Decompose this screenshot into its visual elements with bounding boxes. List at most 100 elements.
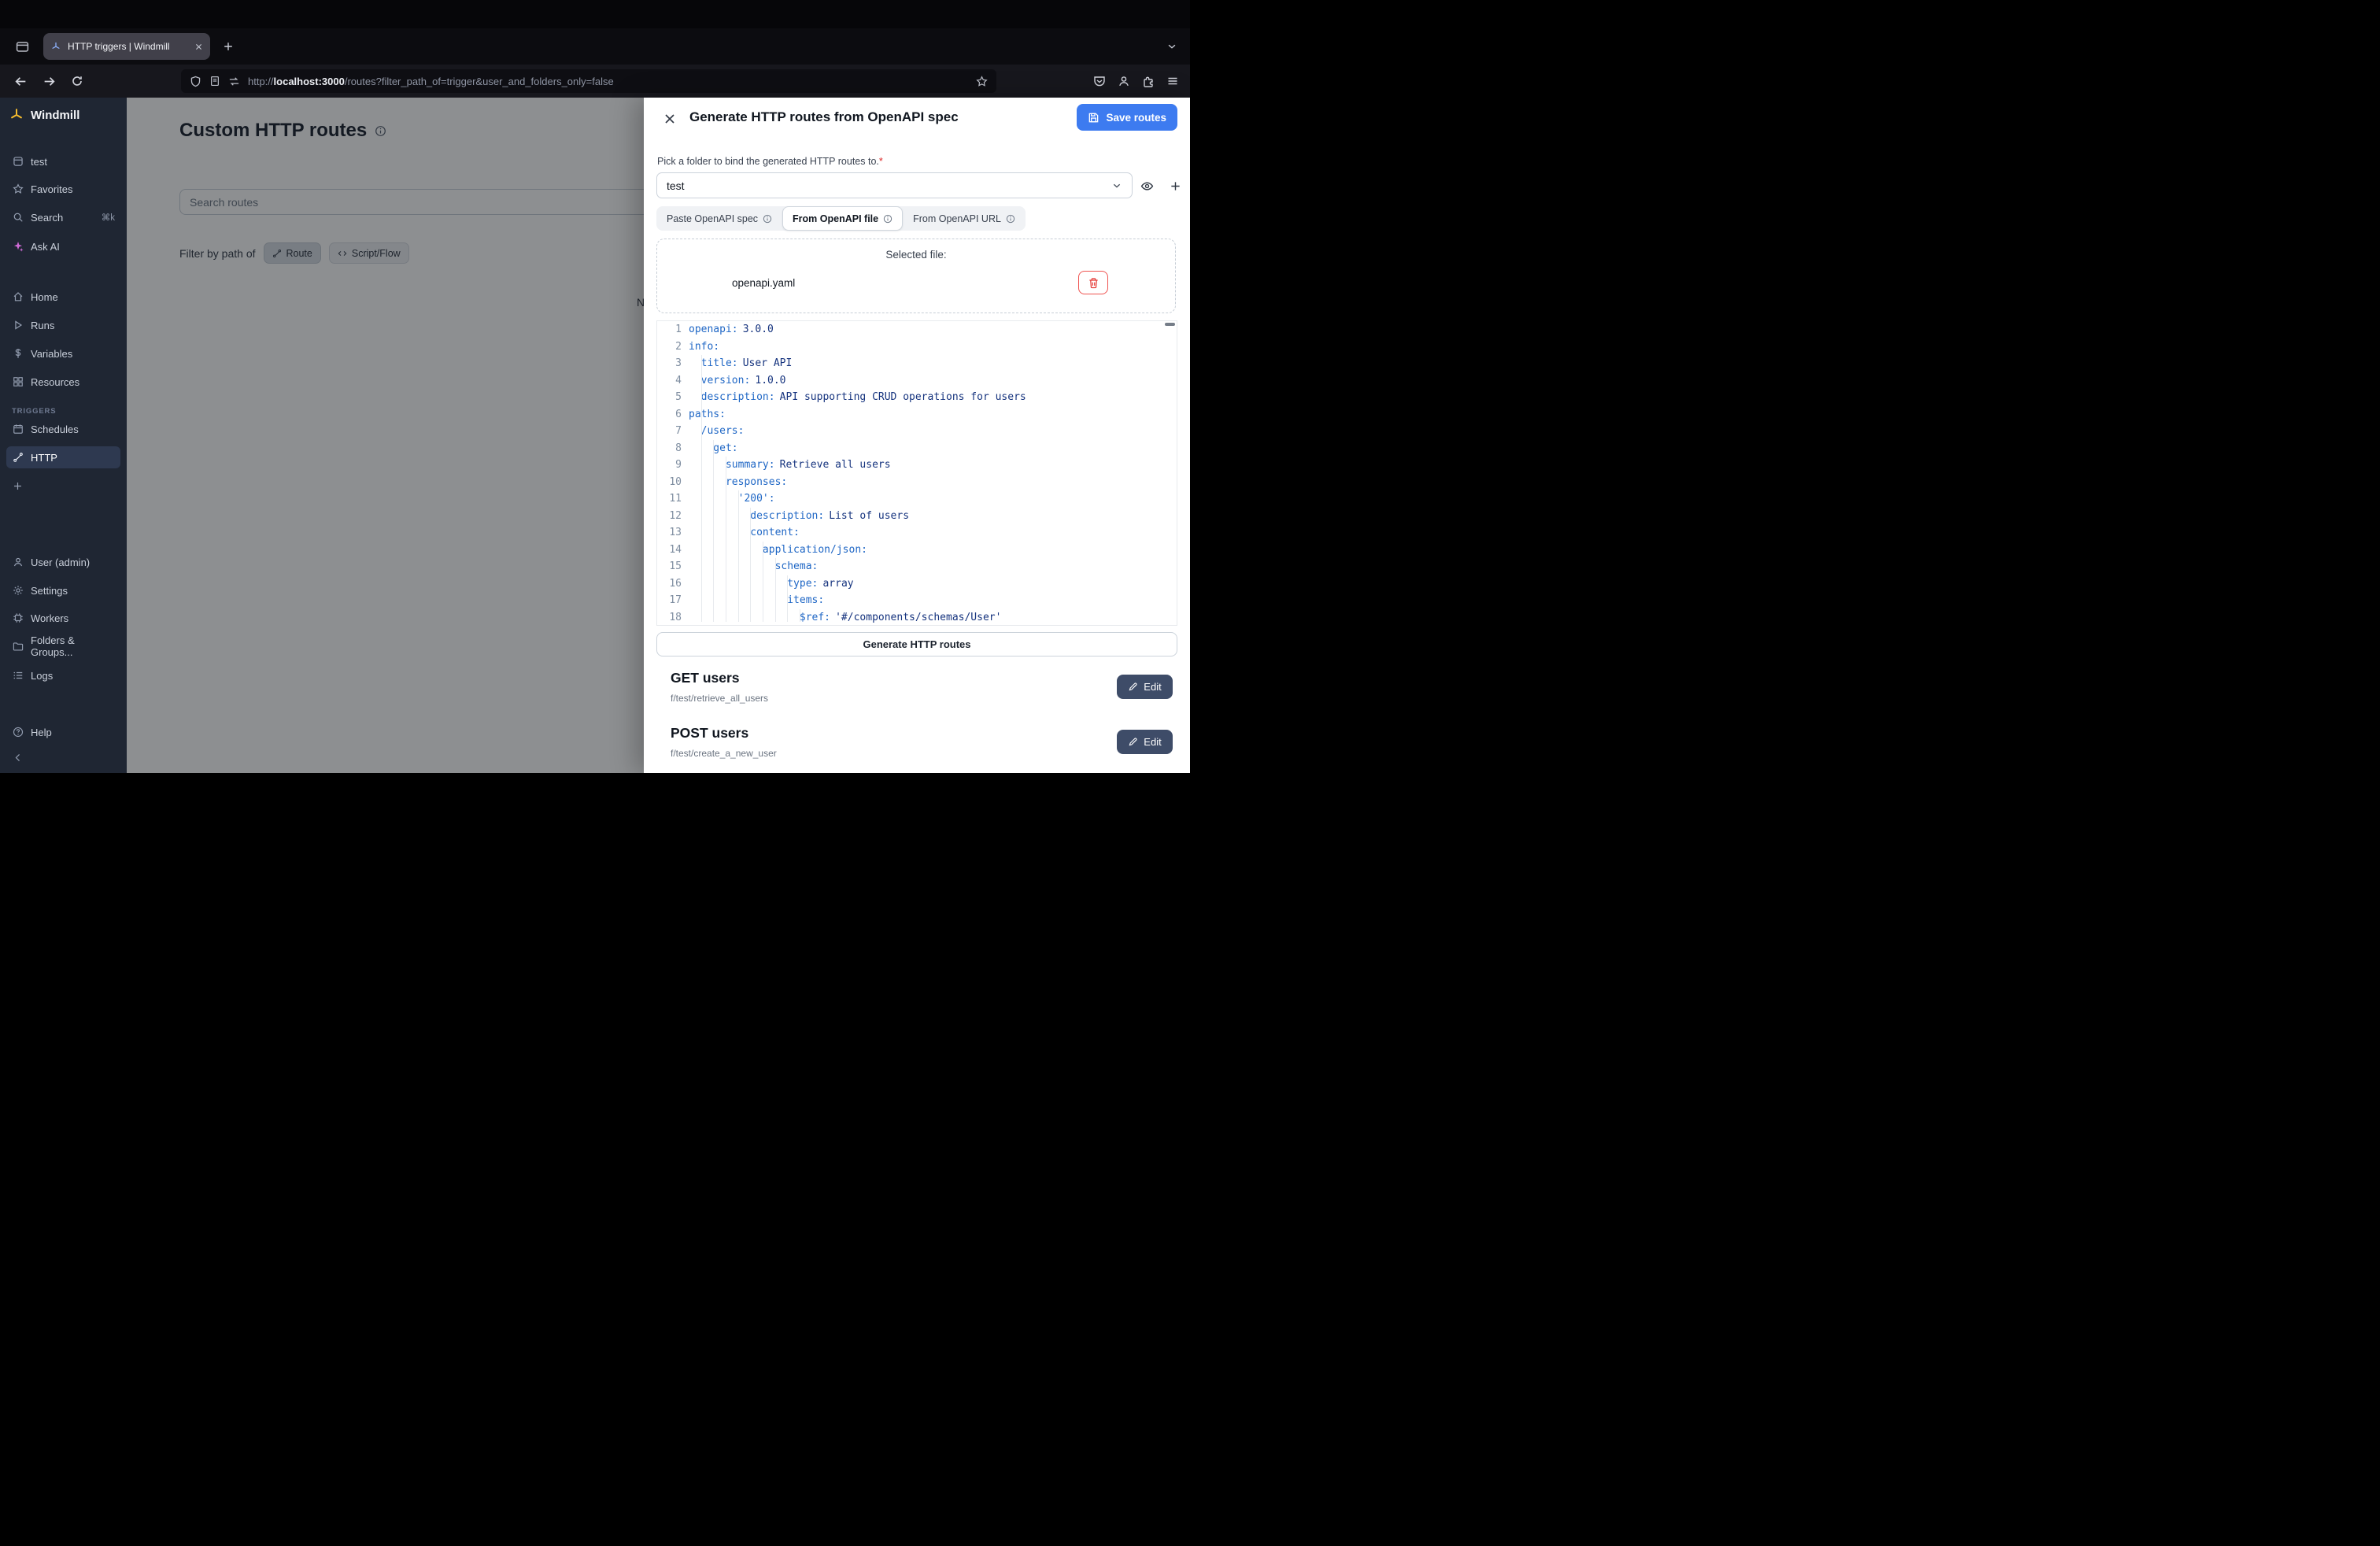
code-line: version:1.0.0 [689,372,1166,390]
edit-label: Edit [1144,681,1161,693]
shuffle-icon[interactable] [228,76,240,87]
sidebar-item-label: Variables [31,348,72,360]
drawer-close-button[interactable] [658,107,682,131]
sidebar-item-folders[interactable]: Folders & Groups... [6,635,120,657]
brand[interactable]: Windmill [9,107,79,123]
account-icon[interactable] [1118,75,1130,87]
forward-icon [42,75,56,88]
brand-name: Windmill [31,109,79,122]
tab-close-icon[interactable] [194,43,203,51]
tab-label: From OpenAPI file [793,213,878,224]
menu-icon[interactable] [1166,75,1179,87]
sidebar-item-http[interactable]: HTTP [6,446,120,468]
sidebar-add-button[interactable] [6,475,120,497]
url-text: http://localhost:3000/routes?filter_path… [248,76,968,87]
sidebar-item-workers[interactable]: Workers [6,607,120,629]
new-tab-button[interactable] [217,35,239,57]
calendar-icon [12,423,24,435]
tab-from-openapi-file[interactable]: From OpenAPI file [782,206,903,231]
route-path-post-users: f/test/create_a_new_user [671,748,777,759]
sidebar-item-resources[interactable]: Resources [6,371,120,393]
add-folder-button[interactable] [1164,175,1186,197]
edit-route-button-post-users[interactable]: Edit [1117,730,1173,754]
yaml-key: info: [689,341,719,353]
url-bar[interactable]: http://localhost:3000/routes?filter_path… [181,69,996,93]
yaml-value: array [818,578,853,590]
yaml-value [726,409,730,420]
yaml-value: 3.0.0 [738,324,774,335]
save-icon [1088,112,1099,124]
sidebar-item-workspace[interactable]: test [6,150,120,172]
sidebar-item-label: Help [31,727,52,738]
code-line: openapi:3.0.0 [689,321,1166,338]
sidebar-item-help[interactable]: Help [6,721,120,743]
bookmark-star-icon[interactable] [976,76,988,87]
page-info-icon[interactable] [209,76,220,87]
sidebar-collapse-button[interactable] [6,746,120,768]
yaml-key: type: [689,578,818,590]
sidebar-item-search[interactable]: Search ⌘k [6,206,120,228]
chevron-down-icon [1166,41,1177,52]
indent-guide [787,575,788,622]
code-line: /users: [689,423,1166,440]
toolbar-right-icons [1093,70,1179,92]
browser-toolbar: http://localhost:3000/routes?filter_path… [0,65,1190,98]
close-icon [663,113,676,125]
folder-select[interactable]: test [656,172,1133,198]
sidebar-item-settings[interactable]: Settings [6,579,120,601]
sidebar-item-label: test [31,156,47,168]
line-number: 17 [657,592,689,609]
sidebar-item-runs[interactable]: Runs [6,314,120,336]
gear-icon [12,585,24,597]
sidebar: Windmill test Favorites Search ⌘k Ask AI [0,98,127,773]
tab-paste-openapi-spec[interactable]: Paste OpenAPI spec [656,206,782,231]
editor-scrollbar-thumb[interactable] [1165,323,1175,326]
generate-http-routes-button[interactable]: Generate HTTP routes [656,632,1177,656]
sidebar-item-label: Runs [31,320,54,331]
yaml-value [818,560,822,572]
indent-guide [713,440,714,622]
save-routes-button[interactable]: Save routes [1077,104,1177,131]
reload-button[interactable] [66,70,88,92]
sidebar-item-favorites[interactable]: Favorites [6,178,120,200]
extensions-icon[interactable] [1142,75,1155,87]
back-button[interactable] [9,70,31,92]
line-number: 11 [657,490,689,508]
line-number: 9 [657,457,689,474]
list-all-tabs-button[interactable] [1166,41,1177,52]
indent-guide [701,355,702,622]
forward-button[interactable] [38,70,60,92]
sidebar-item-ask-ai[interactable]: Ask AI [6,235,120,257]
back-icon [14,75,28,88]
yaml-value [867,544,872,556]
sidebar-item-user[interactable]: User (admin) [6,551,120,573]
sidebar-item-label: HTTP [31,452,57,464]
preview-folder-button[interactable] [1136,175,1158,197]
sidebar-item-schedules[interactable]: Schedules [6,418,120,440]
pocket-icon[interactable] [1093,75,1106,87]
yaml-key: version: [689,375,750,386]
info-icon [883,214,893,224]
code-line: paths: [689,406,1166,423]
remove-file-button[interactable] [1078,271,1108,294]
source-tabs: Paste OpenAPI spec From OpenAPI file Fro… [656,206,1026,231]
shield-icon[interactable] [190,76,201,87]
firefox-view-button[interactable] [11,35,33,57]
selected-file-box: Selected file: openapi.yaml [656,239,1176,313]
indent-guide [738,490,739,622]
screen: HTTP triggers | Windmill [0,0,1190,773]
edit-route-button-get-users[interactable]: Edit [1117,675,1173,699]
code-line: get: [689,440,1166,457]
code-line: title:User API [689,355,1166,372]
sidebar-item-label: Ask AI [31,241,60,253]
pencil-icon [1128,682,1138,692]
tab-from-openapi-url[interactable]: From OpenAPI URL [903,206,1026,231]
chevron-down-icon [1111,180,1122,191]
sidebar-item-variables[interactable]: Variables [6,342,120,364]
openapi-code-editor[interactable]: 1 2 3 4 5 6 7 8 9 10 11 12 13 14 15 16 1 [656,320,1177,626]
sidebar-item-logs[interactable]: Logs [6,664,120,686]
browser-tab[interactable]: HTTP triggers | Windmill [43,33,210,60]
tab-title: HTTP triggers | Windmill [68,41,188,52]
sidebar-item-home[interactable]: Home [6,286,120,308]
search-shortcut: ⌘k [102,212,115,223]
